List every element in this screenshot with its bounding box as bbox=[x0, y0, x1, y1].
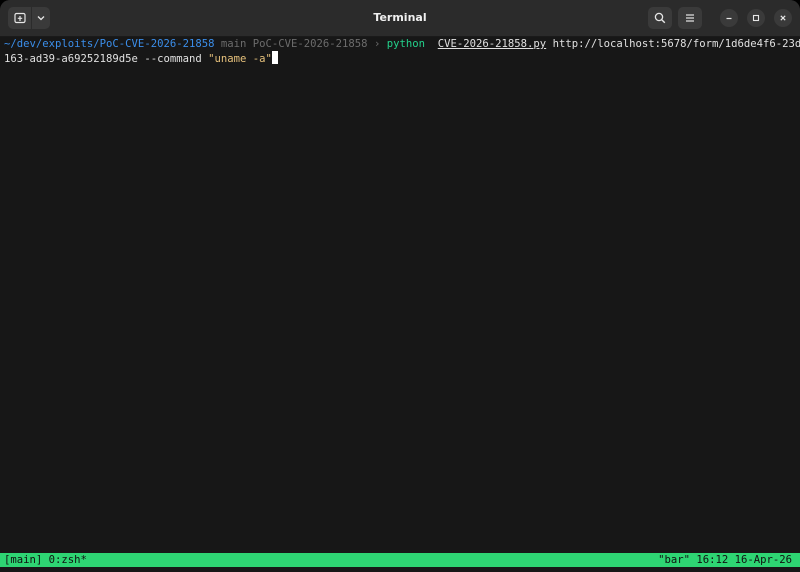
tmux-status-bar: [main] 0:zsh* "bar" 16:12 16-Apr-26 bbox=[0, 553, 800, 567]
prompt-line-1: ~/dev/exploits/PoC-CVE-2026-21858 main P… bbox=[4, 37, 800, 51]
minimize-icon bbox=[725, 14, 733, 22]
title-bar: Terminal bbox=[0, 0, 800, 37]
text-cursor bbox=[271, 51, 278, 64]
command-args-line-2: 163-ad39-a69252189d5e --command bbox=[4, 53, 209, 65]
command-string-arg: "uname -a" bbox=[208, 53, 272, 65]
menu-button[interactable] bbox=[678, 7, 702, 29]
close-icon bbox=[779, 14, 787, 22]
terminal-output[interactable]: ~/dev/exploits/PoC-CVE-2026-21858 main P… bbox=[0, 37, 800, 553]
maximize-icon bbox=[752, 14, 760, 22]
hamburger-menu-icon bbox=[684, 12, 696, 24]
tmux-session-window[interactable]: [main] 0:zsh* bbox=[4, 553, 87, 567]
search-button[interactable] bbox=[648, 7, 672, 29]
bottom-strip bbox=[0, 567, 800, 572]
maximize-button[interactable] bbox=[747, 9, 765, 27]
terminal-window: Terminal ~/dev/exploits/PoC-CVE-2026-218… bbox=[0, 0, 800, 572]
script-filename: CVE-2026-21858.py bbox=[437, 38, 547, 50]
tmux-status-right: "bar" 16:12 16-Apr-26 bbox=[658, 554, 792, 566]
search-icon bbox=[654, 12, 666, 24]
prompt-line-2: 163-ad39-a69252189d5e --command "uname -… bbox=[4, 51, 278, 66]
command-name: python bbox=[380, 38, 432, 50]
title-bar-actions bbox=[642, 7, 792, 29]
minimize-button[interactable] bbox=[720, 9, 738, 27]
command-args-line-1: http://localhost:5678/form/1d6de4f6-23dc… bbox=[546, 38, 800, 50]
close-button[interactable] bbox=[774, 9, 792, 27]
prompt-git-branch: main PoC-CVE-2026-21858 bbox=[214, 38, 374, 50]
prompt-path: ~/dev/exploits/PoC-CVE-2026-21858 bbox=[4, 38, 215, 50]
